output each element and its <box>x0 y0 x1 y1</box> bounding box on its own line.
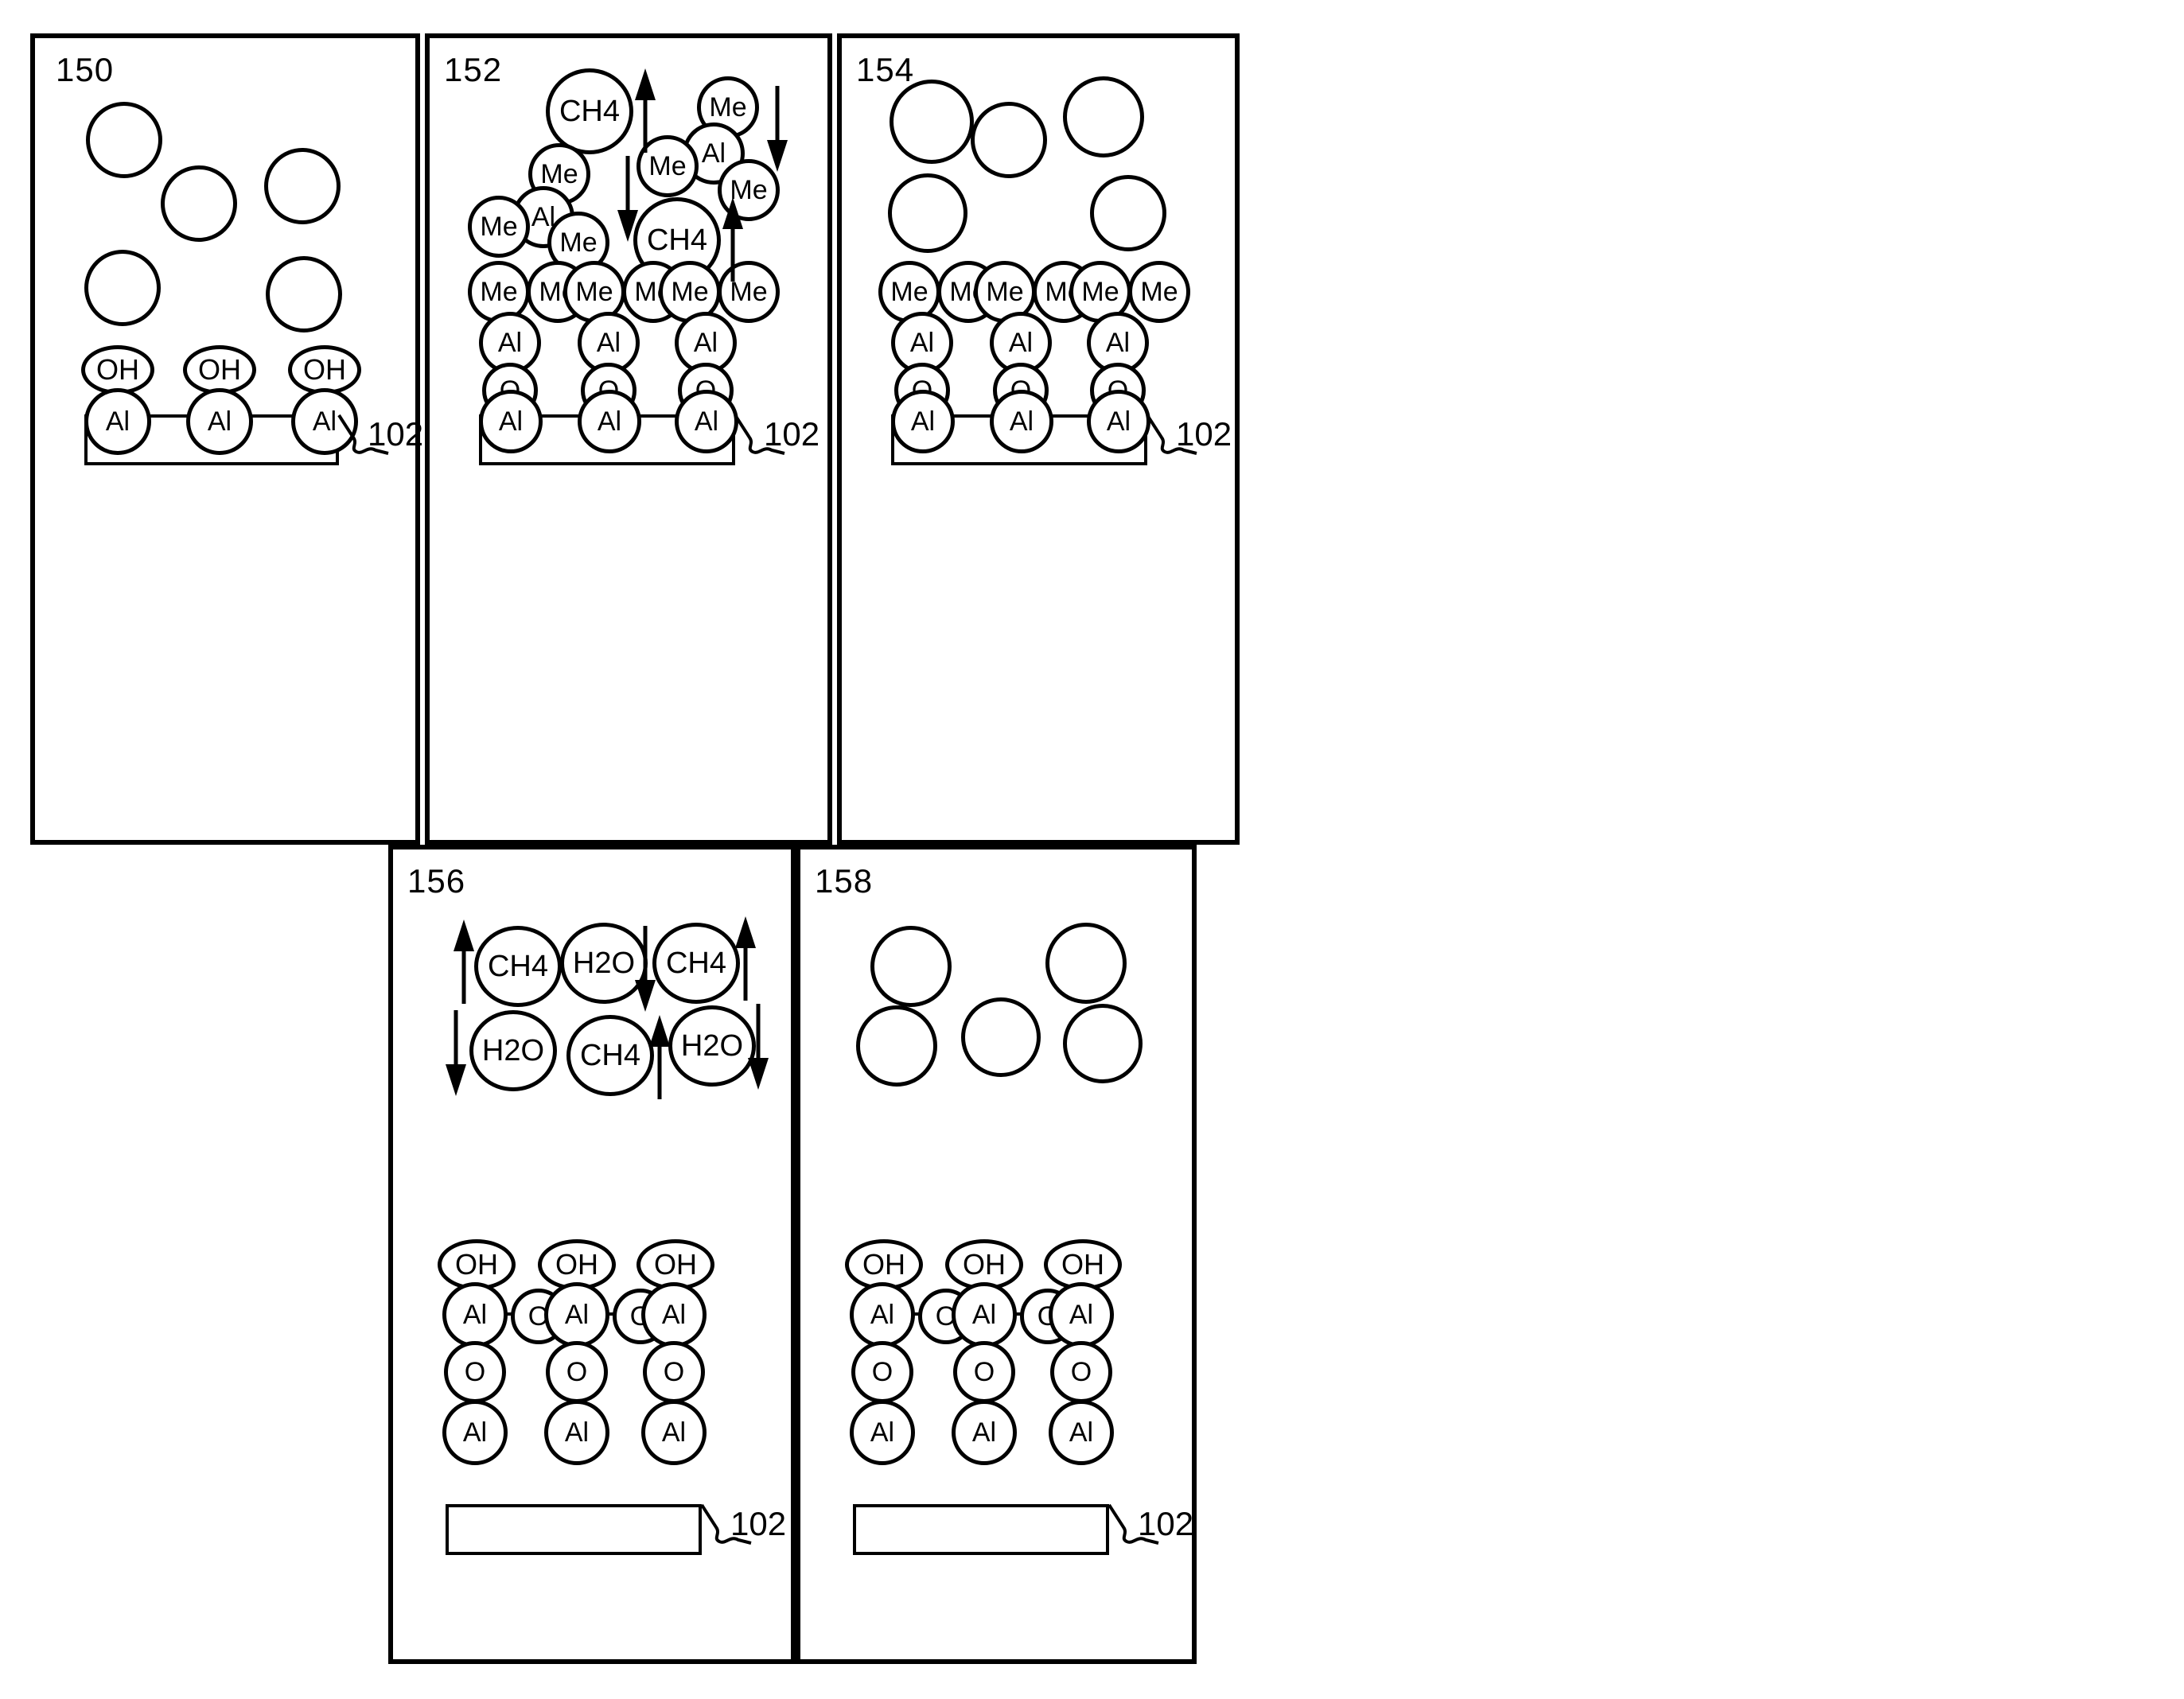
gas-molecule <box>266 256 342 332</box>
substrate-top-line <box>446 1504 702 1507</box>
gas-molecule <box>971 102 1047 178</box>
panel-158: 158 OH Al O Al O OH Al O Al O OH Al O Al… <box>796 845 1197 1664</box>
molecule-ch4: CH4 <box>474 926 562 1007</box>
gas-molecule <box>870 926 952 1007</box>
surface-atom-al: Al <box>891 390 955 453</box>
surface-atom-o: O <box>444 1341 506 1403</box>
surface-group-oh: OH <box>288 345 361 395</box>
surface-atom-al: Al <box>442 1282 508 1347</box>
molecule-ch4: CH4 <box>546 68 633 154</box>
ref-102-label: 102 <box>368 415 424 453</box>
panel-154: 154 Me Me Al O Al Me Me Al O Al Me Me Al… <box>837 33 1240 845</box>
gas-molecule <box>961 997 1041 1077</box>
surface-atom-o: O <box>1050 1341 1112 1403</box>
arrow-up-desorb <box>649 1015 670 1099</box>
gas-molecule <box>1063 76 1144 157</box>
gas-molecule <box>161 165 237 242</box>
panel-152: 152 CH4 Me Al Me Me Me Al Me Me CH4 Me M… <box>425 33 832 845</box>
ref-102-label: 102 <box>1176 415 1232 453</box>
gas-molecule <box>1063 1004 1143 1083</box>
arrow-down-adsorb <box>748 1004 769 1090</box>
arrow-down-adsorb <box>767 86 788 172</box>
arrow-up-desorb <box>454 919 474 1004</box>
surface-group-me: Me <box>1128 261 1190 323</box>
surface-atom-o: O <box>643 1341 705 1403</box>
substrate-102 <box>853 1506 1109 1555</box>
arrow-up-desorb <box>722 197 743 282</box>
surface-atom-al: Al <box>84 388 151 455</box>
surface-atom-al: Al <box>1049 1282 1114 1347</box>
ref-102-label: 102 <box>1138 1505 1194 1542</box>
surface-group-oh: OH <box>81 345 154 395</box>
surface-atom-al: Al <box>641 1282 707 1347</box>
molecule-h2o: H2O <box>469 1010 557 1091</box>
surface-atom-al: Al <box>952 1282 1017 1347</box>
panel-156: 156 CH4 H2O CH4 H2O CH4 H2O OH Al O Al O… <box>388 845 796 1664</box>
gas-molecule <box>1090 175 1166 251</box>
surface-atom-al: Al <box>442 1400 508 1465</box>
gas-molecule <box>86 102 162 178</box>
surface-atom-al: Al <box>186 388 253 455</box>
surface-atom-al: Al <box>952 1400 1017 1465</box>
substrate-102 <box>446 1506 702 1555</box>
surface-atom-al: Al <box>578 390 641 453</box>
molecule-ch4: CH4 <box>652 923 740 1004</box>
ref-102-label: 102 <box>764 415 820 453</box>
figure-canvas: 150 OH Al OH Al OH Al 102 152 CH4 Me Al … <box>0 0 2184 1699</box>
gas-molecule <box>84 250 161 326</box>
gas-molecule <box>1045 923 1127 1004</box>
molecule-ch4: CH4 <box>566 1015 654 1096</box>
surface-atom-o: O <box>953 1341 1015 1403</box>
arrow-up-desorb <box>735 916 756 1001</box>
surface-atom-al: Al <box>544 1282 609 1347</box>
surface-atom-al: Al <box>641 1400 707 1465</box>
substrate-top-line <box>853 1504 1109 1507</box>
surface-group-oh: OH <box>183 345 256 395</box>
gas-molecule <box>890 80 974 164</box>
gas-molecule <box>856 1005 937 1087</box>
surface-atom-al: Al <box>544 1400 609 1465</box>
panel-152-label: 152 <box>444 51 503 88</box>
arrow-down-adsorb <box>635 926 656 1012</box>
arrow-down-adsorb <box>617 156 638 242</box>
surface-atom-al: Al <box>850 1282 915 1347</box>
molecule-me: Me <box>468 196 530 258</box>
ref-102-label: 102 <box>730 1505 787 1542</box>
surface-atom-o: O <box>851 1341 913 1403</box>
surface-atom-al: Al <box>990 390 1053 453</box>
panel-150: 150 OH Al OH Al OH Al 102 <box>30 33 424 845</box>
arrow-up-desorb <box>635 68 656 153</box>
panel-156-label: 156 <box>407 862 466 900</box>
gas-molecule <box>888 173 967 253</box>
arrow-down-adsorb <box>446 1010 466 1096</box>
surface-atom-al: Al <box>479 390 543 453</box>
panel-158-label: 158 <box>815 862 874 900</box>
gas-molecule <box>264 148 341 224</box>
panel-154-label: 154 <box>856 51 915 88</box>
surface-atom-al: Al <box>850 1400 915 1465</box>
panel-150-label: 150 <box>56 51 115 88</box>
surface-atom-al: Al <box>1049 1400 1114 1465</box>
surface-atom-o: O <box>546 1341 608 1403</box>
molecule-h2o: H2O <box>668 1005 756 1087</box>
